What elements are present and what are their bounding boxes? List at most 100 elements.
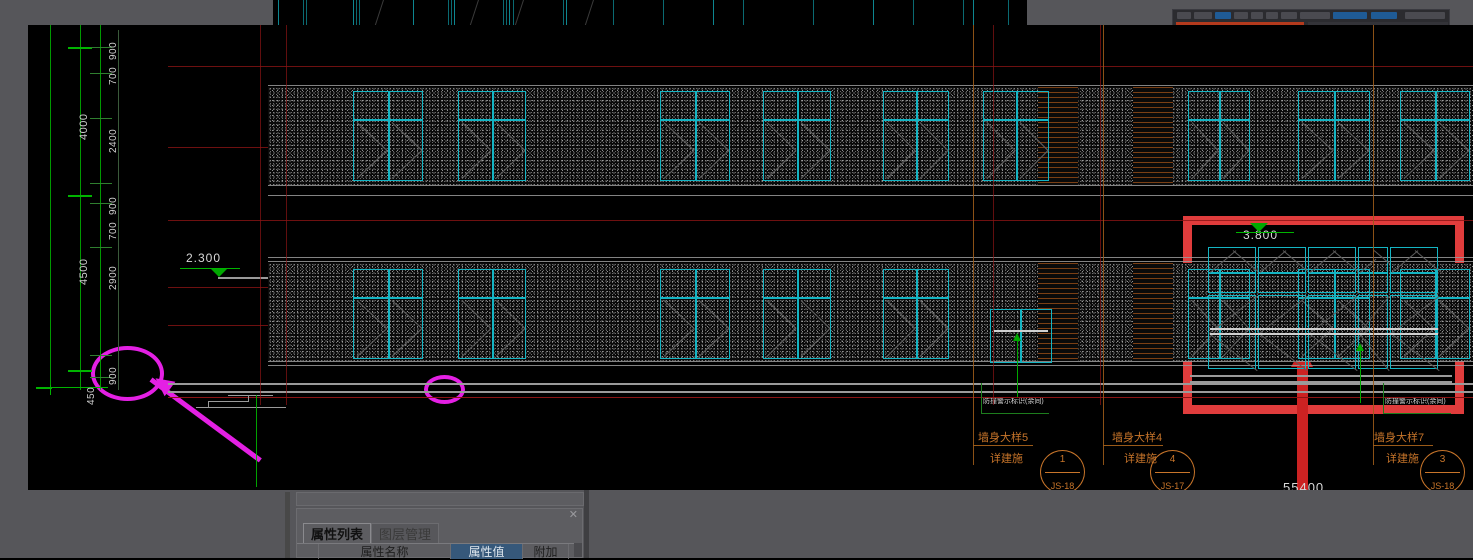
window-upper-4[interactable] [883,91,949,181]
window-sash-diagonal [663,122,695,151]
callout-bubble-divider-2 [1155,472,1190,473]
callout-bubble-divider-3 [1425,472,1460,473]
window-sash-diagonal [986,150,1016,179]
window-lower-1[interactable] [458,269,526,359]
panel-left-rail [285,492,290,558]
entrance-transom-1[interactable] [1258,247,1310,293]
window-sash-diagonal [766,300,797,329]
callout-bubble-number-3: 3 [1439,454,1446,465]
window-sash-diagonal [1403,150,1435,179]
close-icon[interactable]: ✕ [569,509,578,522]
window-lower-3[interactable] [763,269,831,359]
tab-property-list[interactable]: 属性列表 [303,523,372,543]
entrance-leaf-0[interactable] [1208,295,1258,371]
window-upper-1[interactable] [458,91,526,181]
properties-panel-scrollbar[interactable] [574,543,582,557]
window-sash-diagonal [919,328,949,357]
dimension-tick-inner [90,183,112,184]
window-mullion-vertical [1334,92,1336,180]
entrance-transom-diagonal [1232,250,1260,273]
window-upper-3[interactable] [763,91,831,181]
background-app-chip[interactable] [1215,12,1231,19]
window-upper-8[interactable] [1400,91,1470,181]
properties-panel[interactable]: ✕ 属性列表 图层管理 属性名称 属性值 附加 [296,508,583,559]
entrance-transom-2[interactable] [1308,247,1360,293]
window-sash-diagonal [1301,122,1334,151]
background-app-chip[interactable] [1405,12,1445,19]
window-transom [459,119,525,121]
background-app-chip[interactable] [1266,12,1278,19]
strip-line [913,0,914,28]
callout-leader [1373,445,1433,446]
entrance-leaf-4[interactable] [1390,295,1440,371]
strip-diagonal [372,0,384,28]
strip-line [503,0,504,28]
strip-diagonal [467,0,479,28]
window-mullion-vertical [797,92,799,180]
dimension-value-inner-3: 900 [108,196,119,215]
background-app-chip[interactable] [1177,12,1191,19]
tab-layer-management[interactable]: 图层管理 [371,523,440,543]
cad-drawing-canvas[interactable]: 2.300 5.400 3.800 55400 防撞警示标识(余同) 防撞警示标… [28,25,1473,490]
window-sash-diagonal [766,122,797,151]
window-sash-diagonal [461,328,492,357]
callout-label-1: 墙身大样5 [978,432,1029,444]
strip-line [356,0,357,28]
callout-bubble-3[interactable]: 3 JS-18 [1420,450,1465,490]
window-sash-diagonal [663,328,695,357]
door-secondary[interactable] [990,309,1052,363]
strip-line [413,0,414,28]
background-app-chip[interactable] [1281,12,1297,19]
window-upper-0[interactable] [353,91,423,181]
window-lower-0[interactable] [353,269,423,359]
window-upper-6[interactable] [1188,91,1250,181]
callout-bubble-sheet-2: JS-17 [1160,481,1185,490]
window-sash-diagonal [800,122,831,151]
construction-datum-line [168,220,1473,221]
dimension-value-inner-6: 900 [108,366,119,385]
callout-bubble-2[interactable]: 4 JS-17 [1150,450,1195,490]
window-mullion-vertical [492,270,494,358]
dimension-extension-line [50,25,51,390]
window-sash-diagonal [886,328,916,357]
window-sash-diagonal [391,150,423,179]
strip-line [306,0,307,28]
strip-line [454,0,455,28]
entrance-leaf-1[interactable] [1258,295,1308,371]
background-app-chip[interactable] [1234,12,1248,19]
entrance-transom-0[interactable] [1208,247,1260,293]
entrance-transom-diagonal [1309,250,1337,273]
strip-line [566,0,567,28]
window-sash-diagonal [356,150,388,179]
window-mullion-vertical [695,270,697,358]
entrance-transom-bar [1309,272,1355,274]
entrance-transom-4[interactable] [1390,247,1442,293]
elevation-leader-3800 [1236,232,1294,233]
window-lower-4[interactable] [883,269,949,359]
entrance-transom-diagonal [1373,250,1391,265]
strip-line [663,0,664,28]
dimension-tick [68,195,92,197]
background-app-chip[interactable] [1371,12,1397,19]
window-mullion-vertical [797,270,799,358]
window-sash-diagonal [1438,300,1470,329]
background-app-chip[interactable] [1300,12,1330,19]
background-app-chip[interactable] [1194,12,1212,19]
callout-bubble-1[interactable]: 1 JS-18 [1040,450,1085,490]
window-transom [884,297,948,299]
window-upper-2[interactable] [660,91,730,181]
background-app-chip[interactable] [1251,12,1263,19]
properties-panel-titlebar[interactable]: ✕ [297,509,582,522]
note-leader-line [1383,383,1384,413]
strip-line [813,0,814,28]
dimension-tick [68,370,92,372]
dimension-baseline [46,387,108,388]
window-sash-diagonal [886,150,916,179]
background-app-chip[interactable] [1333,12,1367,19]
window-sash-diagonal [391,328,423,357]
window-sash-diagonal [1019,150,1049,179]
window-lower-2[interactable] [660,269,730,359]
entrance-leaf-2[interactable] [1308,295,1358,371]
window-upper-7[interactable] [1298,91,1370,181]
entrance-swing-diagonal [1308,333,1358,371]
